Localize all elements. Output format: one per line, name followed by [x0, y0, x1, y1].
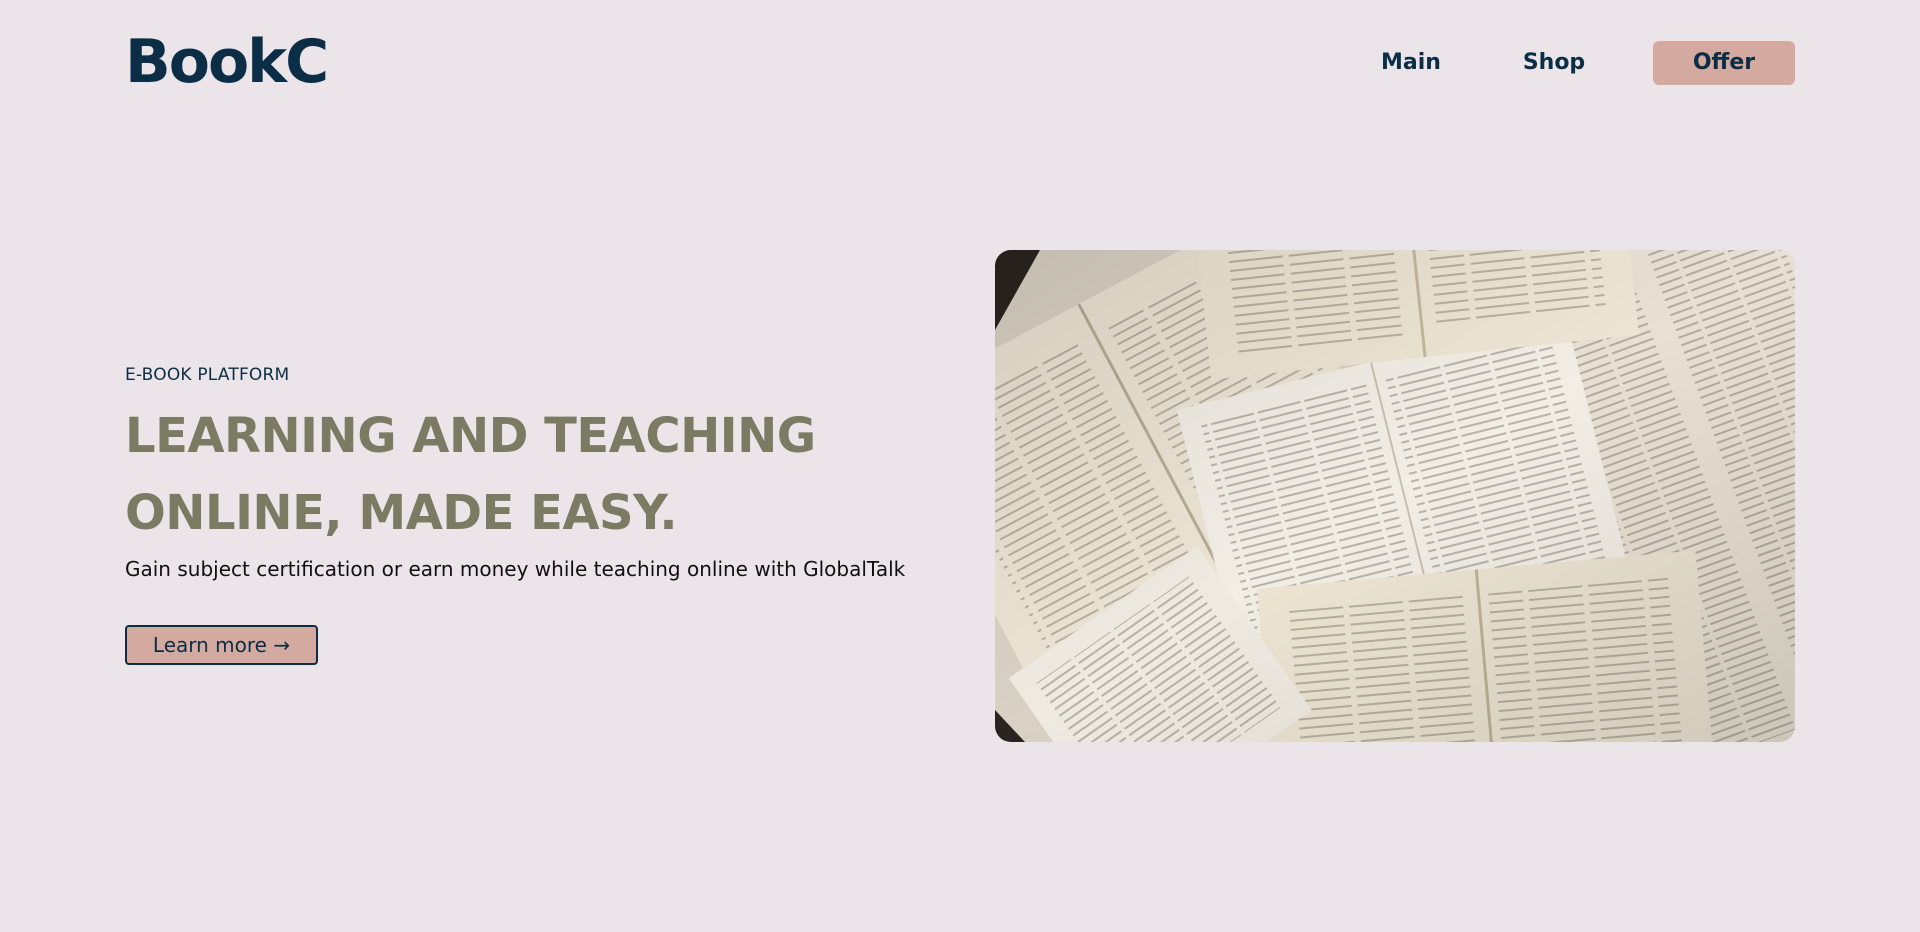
nav-link-shop[interactable]: Shop	[1510, 41, 1598, 85]
hero-text-block: E-BOOK PLATFORM LEARNING AND TEACHING ON…	[125, 362, 925, 584]
nav-link-main[interactable]: Main	[1370, 41, 1452, 85]
hero-headline: LEARNING AND TEACHING ONLINE, MADE EASY.	[125, 398, 925, 552]
open-books-illustration	[995, 250, 1795, 742]
hero-image-open-books	[995, 250, 1795, 742]
hero-headline-line-1: LEARNING AND TEACHING	[125, 408, 816, 464]
nav-button-offer[interactable]: Offer	[1653, 41, 1795, 85]
main-nav: Main Shop Offer	[1370, 41, 1795, 85]
hero-eyebrow: E-BOOK PLATFORM	[125, 365, 290, 385]
site-header: BookC Main Shop Offer	[0, 0, 1920, 125]
logo[interactable]: BookC	[125, 22, 329, 102]
hero-subtext: Gain subject certification or earn money…	[125, 557, 906, 581]
hero-headline-line-2: ONLINE, MADE EASY.	[125, 485, 678, 541]
learn-more-button[interactable]: Learn more →	[125, 625, 318, 665]
